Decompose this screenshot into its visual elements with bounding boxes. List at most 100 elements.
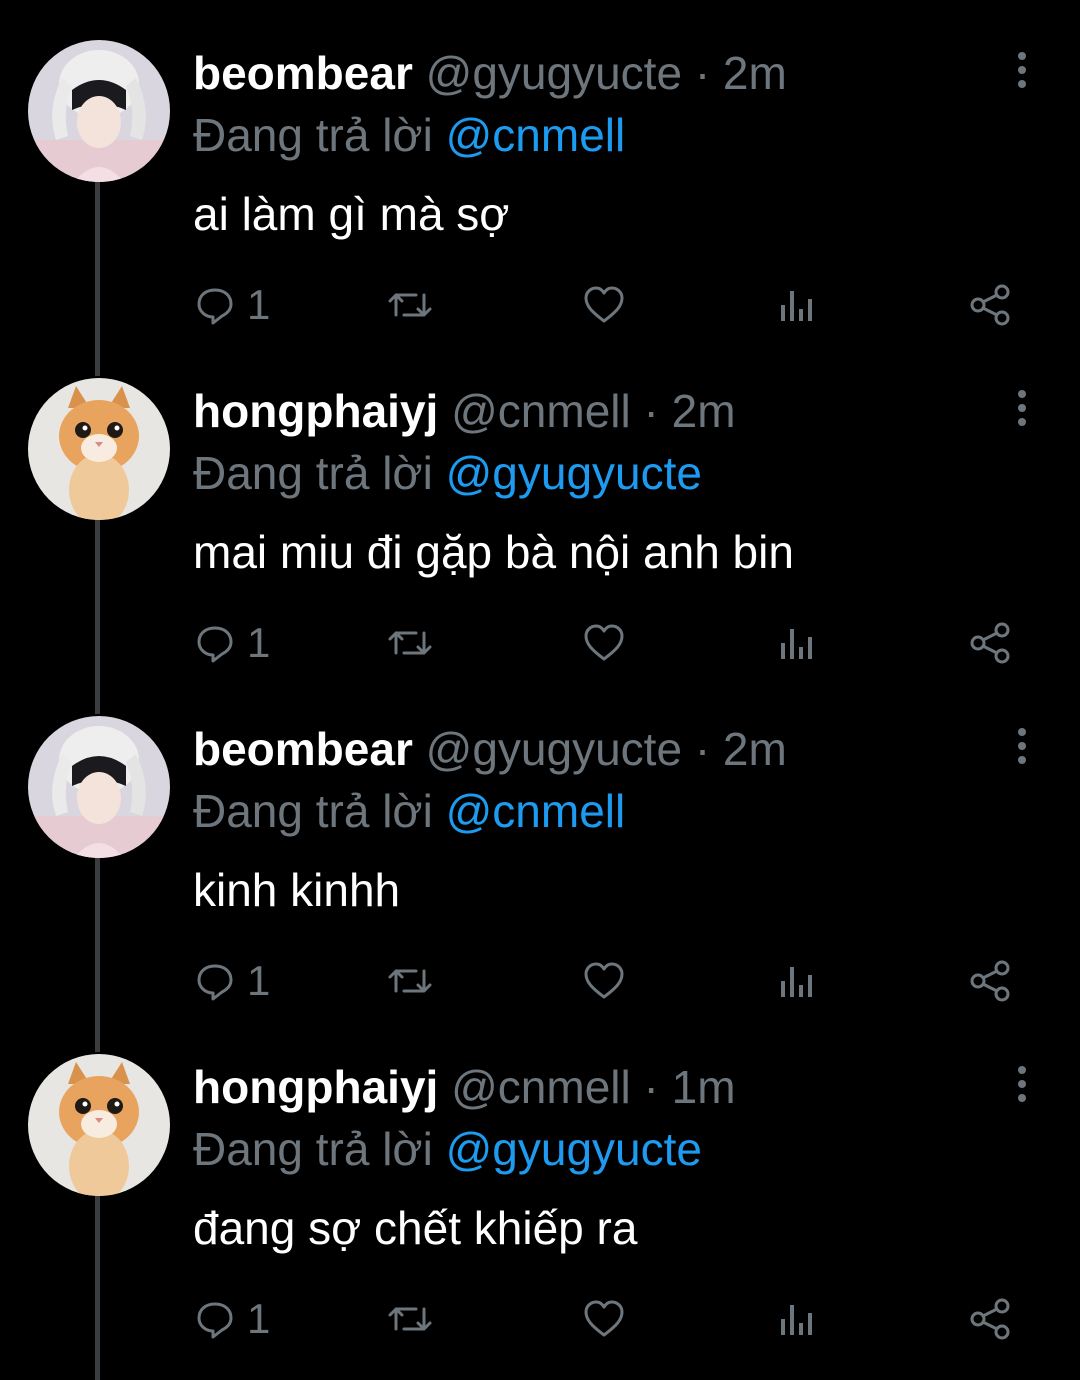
heart-icon: [584, 624, 624, 661]
display-name[interactable]: beombear: [193, 723, 413, 775]
reply-button[interactable]: 1: [195, 956, 270, 1006]
analytics-button[interactable]: [778, 1294, 818, 1344]
tweet[interactable]: beombear @gyugyucte · 2m Đang trả lời @c…: [0, 676, 1080, 1014]
person-avatar-icon: [28, 716, 170, 858]
speech-bubble-icon: [197, 626, 233, 663]
heart-icon: [584, 1300, 624, 1337]
share-button[interactable]: [968, 1294, 1012, 1344]
share-icon: [970, 1298, 1010, 1340]
speech-bubble-icon: [197, 1302, 233, 1339]
reply-count: 1: [247, 619, 271, 666]
bar-chart-icon: [781, 1305, 812, 1335]
reply-context: Đang trả lời @gyugyucte: [193, 448, 702, 498]
share-icon: [970, 622, 1010, 664]
person-avatar-icon: [28, 40, 170, 182]
reply-mention-link[interactable]: @cnmell: [446, 109, 626, 161]
tweet-actions: 1: [0, 280, 1080, 330]
handle[interactable]: @gyugyucte: [426, 47, 682, 99]
retweet-icon: [388, 969, 432, 993]
more-vertical-icon: [1018, 1066, 1026, 1102]
retweet-button[interactable]: [386, 280, 434, 330]
heart-icon: [584, 962, 624, 999]
avatar[interactable]: [28, 40, 170, 182]
tweet[interactable]: beombear @gyugyucte · 2m Đang trả lời @c…: [0, 0, 1080, 338]
share-button[interactable]: [968, 956, 1012, 1006]
retweet-button[interactable]: [386, 618, 434, 668]
like-button[interactable]: [582, 956, 626, 1006]
avatar[interactable]: [28, 716, 170, 858]
tweet-text: mai miu đi gặp bà nội anh bin: [193, 526, 794, 578]
reply-label: Đang trả lời: [193, 785, 433, 837]
handle[interactable]: @cnmell: [451, 1061, 631, 1113]
reply-mention-link[interactable]: @gyugyucte: [446, 447, 702, 499]
more-options-button[interactable]: [1004, 726, 1040, 766]
more-vertical-icon: [1018, 728, 1026, 764]
retweet-button[interactable]: [386, 956, 434, 1006]
reply-mention-link[interactable]: @gyugyucte: [446, 1123, 702, 1175]
like-button[interactable]: [582, 280, 626, 330]
more-options-button[interactable]: [1004, 1064, 1040, 1104]
reply-mention-link[interactable]: @cnmell: [446, 785, 626, 837]
display-name[interactable]: beombear: [193, 47, 413, 99]
timestamp: · 1m: [643, 1061, 736, 1113]
reply-context: Đang trả lời @gyugyucte: [193, 1124, 702, 1174]
like-button[interactable]: [582, 618, 626, 668]
reply-label: Đang trả lời: [193, 447, 433, 499]
retweet-icon: [388, 293, 432, 317]
handle[interactable]: @gyugyucte: [426, 723, 682, 775]
tweet-text: kinh kinhh: [193, 864, 401, 916]
reply-button[interactable]: 1: [195, 280, 270, 330]
handle[interactable]: @cnmell: [451, 385, 631, 437]
bar-chart-icon: [781, 967, 812, 997]
retweet-icon: [388, 1307, 432, 1331]
display-name[interactable]: hongphaiyj: [193, 1061, 438, 1113]
display-name[interactable]: hongphaiyj: [193, 385, 438, 437]
analytics-button[interactable]: [778, 280, 818, 330]
speech-bubble-icon: [197, 964, 233, 1001]
timestamp: · 2m: [694, 47, 787, 99]
tweet[interactable]: hongphaiyj @cnmell · 2m Đang trả lời @gy…: [0, 338, 1080, 676]
reply-label: Đang trả lời: [193, 1123, 433, 1175]
avatar[interactable]: [28, 378, 170, 520]
timestamp: · 2m: [694, 723, 787, 775]
cat-avatar-icon: [28, 378, 170, 520]
reply-button[interactable]: 1: [195, 618, 270, 668]
reply-label: Đang trả lời: [193, 109, 433, 161]
retweet-button[interactable]: [386, 1294, 434, 1344]
reply-context: Đang trả lời @cnmell: [193, 110, 625, 160]
tweet-actions: 1: [0, 1294, 1080, 1344]
avatar[interactable]: [28, 1054, 170, 1196]
like-button[interactable]: [582, 1294, 626, 1344]
tweet-text: ai làm gì mà sợ: [193, 188, 510, 240]
more-options-button[interactable]: [1004, 50, 1040, 90]
heart-icon: [584, 286, 624, 323]
share-icon: [970, 960, 1010, 1002]
tweet[interactable]: hongphaiyj @cnmell · 1m Đang trả lời @gy…: [0, 1014, 1080, 1352]
reply-context: Đang trả lời @cnmell: [193, 786, 625, 836]
tweet-header: beombear @gyugyucte · 2m: [193, 724, 787, 774]
reply-count: 1: [247, 281, 271, 328]
share-button[interactable]: [968, 280, 1012, 330]
analytics-button[interactable]: [778, 956, 818, 1006]
reply-count: 1: [247, 1295, 271, 1342]
tweet-header: hongphaiyj @cnmell · 1m: [193, 1062, 736, 1112]
tweet-actions: 1: [0, 956, 1080, 1006]
tweet-text: đang sợ chết khiếp ra: [193, 1202, 638, 1254]
reply-count: 1: [247, 957, 271, 1004]
analytics-button[interactable]: [778, 618, 818, 668]
timestamp: · 2m: [643, 385, 736, 437]
retweet-icon: [388, 631, 432, 655]
share-icon: [970, 284, 1010, 326]
more-vertical-icon: [1018, 390, 1026, 426]
bar-chart-icon: [781, 629, 812, 659]
cat-avatar-icon: [28, 1054, 170, 1196]
more-vertical-icon: [1018, 52, 1026, 88]
more-options-button[interactable]: [1004, 388, 1040, 428]
reply-button[interactable]: 1: [195, 1294, 270, 1344]
share-button[interactable]: [968, 618, 1012, 668]
speech-bubble-icon: [197, 288, 233, 325]
tweet-header: beombear @gyugyucte · 2m: [193, 48, 787, 98]
bar-chart-icon: [781, 291, 812, 321]
tweet-header: hongphaiyj @cnmell · 2m: [193, 386, 736, 436]
tweet-actions: 1: [0, 618, 1080, 668]
